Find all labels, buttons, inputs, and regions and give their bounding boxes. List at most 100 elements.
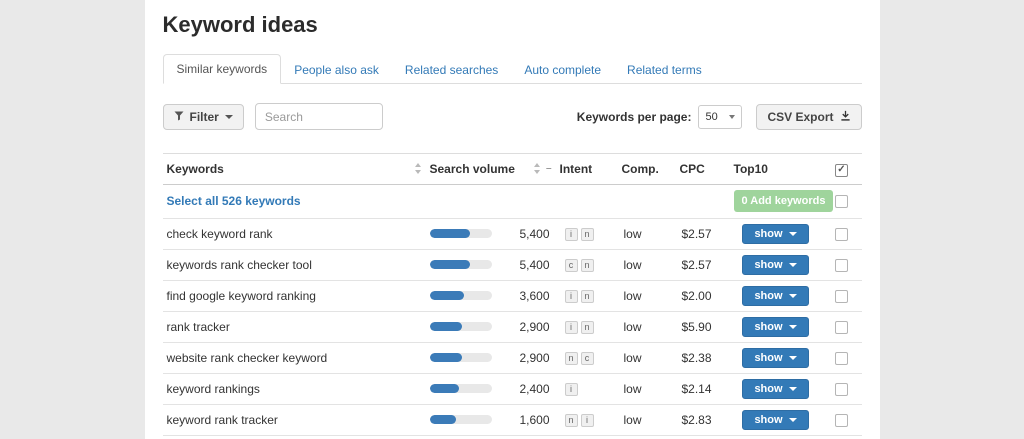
intent-badge-n: n [581,259,594,272]
show-button[interactable]: show [742,255,808,275]
search-volume-value: 2,400 [492,382,552,396]
search-volume-value: 3,600 [492,289,552,303]
search-volume-bar [430,260,492,269]
table-row: keyword rankings 2,400 i low $2.14 show [163,373,862,404]
row-checkbox[interactable] [835,259,848,272]
keyword-text: check keyword rank [167,227,273,241]
show-button-label: show [754,414,782,426]
show-button[interactable]: show [742,224,808,244]
tab-related-searches[interactable]: Related searches [392,56,511,84]
show-button[interactable]: show [742,410,808,430]
table-row: rank tracker 2,900 in low $5.90 show [163,311,862,342]
row-checkbox[interactable] [835,352,848,365]
tab-similar-keywords[interactable]: Similar keywords [163,54,282,84]
intent-badges: in [560,290,594,303]
dash-icon: – [546,163,552,174]
show-button-label: show [754,383,782,395]
competition-value: low [618,249,676,280]
intent-badge-i: i [565,383,578,396]
search-volume-bar [430,415,492,424]
cpc-value: $5.90 [676,311,730,342]
intent-badge-n: n [565,352,578,365]
show-button[interactable]: show [742,348,808,368]
keyword-text: find google keyword ranking [167,289,316,303]
tab-related-terms[interactable]: Related terms [614,56,715,84]
cpc-value: $2.57 [676,249,730,280]
intent-badges: in [560,228,594,241]
chevron-down-icon [225,115,233,119]
toolbar: Filter Keywords per page: 50 CSV Export [163,103,862,130]
search-input[interactable] [255,103,383,130]
tab-people-also-ask[interactable]: People also ask [281,56,392,84]
show-button-label: show [754,352,782,364]
keyword-text: keywords rank checker tool [167,258,312,272]
search-volume-bar [430,322,492,331]
sort-icon[interactable] [533,163,541,174]
per-page-select[interactable]: 50 [698,105,742,129]
search-volume-bar-fill [430,415,457,424]
select-all-checkbox-icon[interactable]: ✓ [835,164,848,177]
row-checkbox[interactable] [835,321,848,334]
search-volume-bar-fill [430,291,465,300]
keyword-text: keyword rankings [167,382,260,396]
intent-badge-n: n [581,321,594,334]
keywords-table: Keywords Search volume – Intent Comp. CP [163,153,862,439]
search-volume-bar [430,291,492,300]
header-checkbox-cell: ✓ [822,154,862,185]
cpc-value: $2.14 [676,373,730,404]
show-button-label: show [754,321,782,333]
sort-icon[interactable] [414,163,422,174]
intent-badge-i: i [565,321,578,334]
header-cpc: CPC [676,154,730,185]
search-volume-bar-fill [430,229,470,238]
header-top10: Top10 [730,154,822,185]
select-all-link[interactable]: Select all 526 keywords [167,194,301,208]
download-icon [840,110,851,124]
intent-badge-n: n [565,414,578,427]
row-checkbox[interactable] [835,290,848,303]
table-body: Select all 526 keywords 0 Add keywords c… [163,184,862,439]
cpc-value: $2.38 [676,342,730,373]
intent-badges: nc [560,352,594,365]
search-volume-bar-fill [430,353,462,362]
header-search-volume[interactable]: Search volume – [426,154,556,185]
table-header: Keywords Search volume – Intent Comp. CP [163,154,862,185]
search-volume-value: 2,900 [492,351,552,365]
add-keywords-button[interactable]: 0 Add keywords [734,190,834,212]
row-checkbox[interactable] [835,414,848,427]
intent-badges: i [560,383,578,396]
search-volume-bar [430,384,492,393]
cpc-value: $2.83 [676,404,730,435]
intent-badges: ni [560,414,594,427]
intent-badge-n: n [581,290,594,303]
keyword-text: rank tracker [167,320,230,334]
content-panel: Keyword ideas Similar keywordsPeople als… [145,0,880,439]
header-keywords[interactable]: Keywords [163,154,426,185]
show-button[interactable]: show [742,379,808,399]
intent-badge-i: i [581,414,594,427]
select-all-row-checkbox[interactable] [835,195,848,208]
search-volume-bar-fill [430,384,460,393]
row-checkbox[interactable] [835,383,848,396]
show-button[interactable]: show [742,286,808,306]
tab-bar: Similar keywordsPeople also askRelated s… [163,54,862,84]
csv-export-button[interactable]: CSV Export [756,104,861,130]
search-volume-bar [430,229,492,238]
chevron-down-icon [789,387,797,391]
header-search-volume-label: Search volume [430,162,515,176]
chevron-down-icon [789,263,797,267]
keyword-text: keyword rank tracker [167,413,278,427]
show-button[interactable]: show [742,317,808,337]
filter-button-label: Filter [190,110,219,124]
per-page-label: Keywords per page: [577,110,692,124]
table-row: website rank checker keyword 2,900 nc lo… [163,342,862,373]
search-volume-value: 1,600 [492,413,552,427]
keyword-text: website rank checker keyword [167,351,328,365]
header-keywords-label: Keywords [167,162,224,176]
competition-value: low [618,373,676,404]
row-checkbox[interactable] [835,228,848,241]
tab-auto-complete[interactable]: Auto complete [511,56,614,84]
table-row: keywords rank checker tool 5,400 cn low … [163,249,862,280]
filter-button[interactable]: Filter [163,104,244,130]
page-title: Keyword ideas [163,0,862,38]
